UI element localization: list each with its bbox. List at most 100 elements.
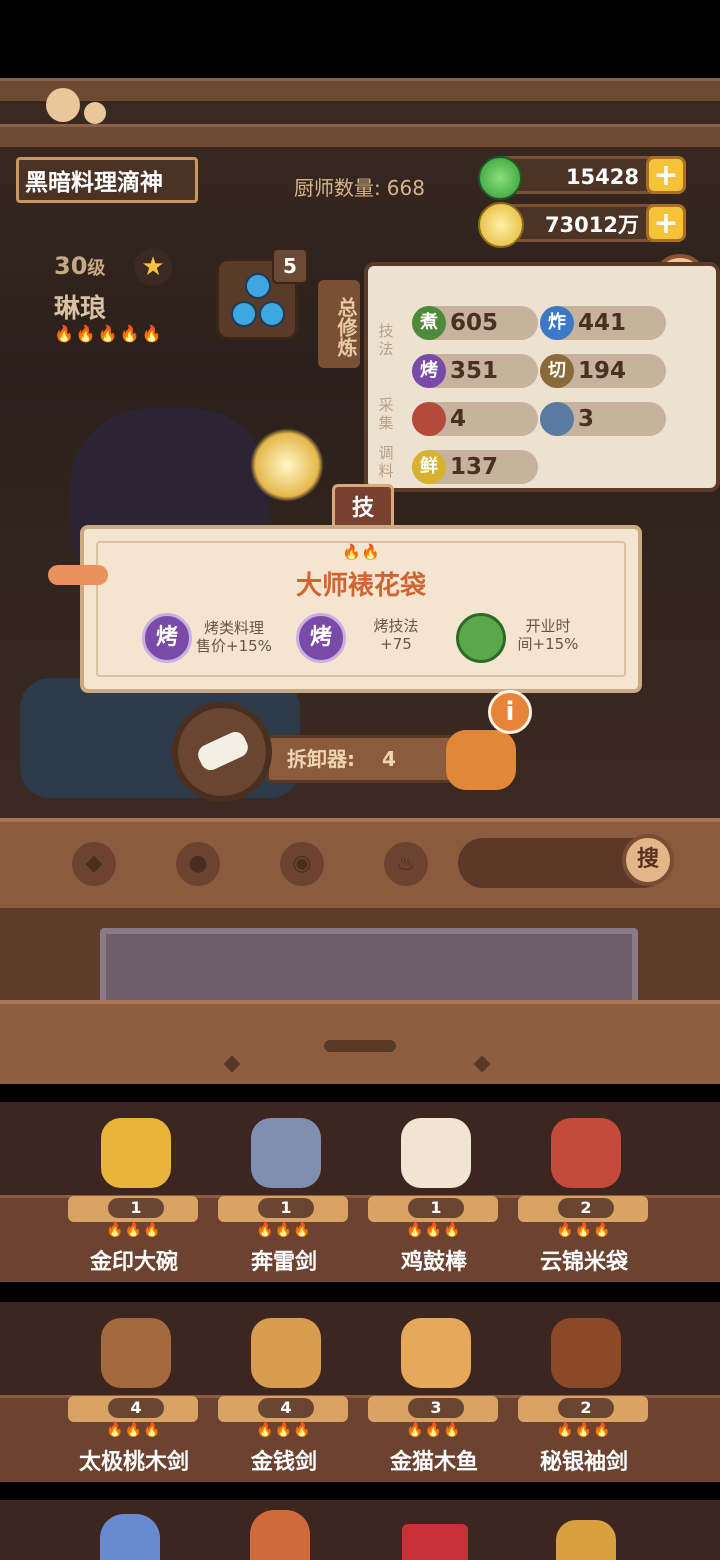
roast-technique-icon: 烤: [296, 613, 346, 663]
gem-icon: [245, 273, 271, 299]
item-count: 2: [558, 1398, 614, 1418]
fry-value: 441: [578, 310, 627, 336]
item-name: 秘银袖剑: [539, 1450, 628, 1475]
item-count: 1: [258, 1198, 314, 1218]
pliers-icon[interactable]: [446, 730, 516, 790]
chef-count: 厨师数量: 668: [288, 172, 425, 201]
add-jade-button[interactable]: +: [646, 156, 686, 194]
equipment-item-icon: [101, 1118, 171, 1188]
fresh-value: 137: [450, 454, 499, 480]
boil-value: 605: [450, 310, 499, 336]
search-button[interactable]: 搜: [622, 834, 674, 886]
dismantle-label: 拆卸器:: [287, 747, 355, 771]
chef-count-label: 厨师数量:: [294, 176, 381, 200]
equipment-item[interactable]: 4 🔥🔥🔥 太极桃木剑: [56, 1308, 206, 1478]
item-name: 太极桃木剑: [78, 1450, 189, 1475]
gather-category-label: 采集: [378, 396, 394, 432]
fresh-icon: 鲜: [412, 450, 446, 484]
equipment-item[interactable]: 4 🔥🔥🔥 金钱剑: [206, 1308, 356, 1478]
equipment-item-icon: [401, 1318, 471, 1388]
equipment-item[interactable]: 3 🔥🔥🔥 金猫木鱼: [356, 1308, 506, 1478]
roof-beam-lower: [0, 124, 720, 150]
item-flames: 🔥🔥🔥: [256, 1222, 312, 1238]
item-flames: 🔥🔥🔥: [256, 1422, 312, 1438]
equipment-item[interactable]: 1 🔥🔥🔥 鸡鼓棒: [356, 1108, 506, 1278]
equipment-item[interactable]: 2 🔥🔥🔥 云锦米袋: [506, 1108, 656, 1278]
stats-panel: 技法 采集 调料 605 煮 441 炸 351 烤 194 切 4 3 137…: [364, 262, 720, 492]
info-button[interactable]: i: [488, 690, 532, 734]
piping-bag-icon: [194, 728, 252, 774]
effect-2-line-1: 烤技法: [373, 617, 419, 635]
boil-icon: 煮: [412, 306, 446, 340]
equipment-item[interactable]: 2 🔥🔥🔥 秘银袖剑: [506, 1308, 656, 1478]
roast-effect-icon: 烤: [142, 613, 192, 663]
dismantle-counter: 拆卸器: 4: [266, 735, 476, 783]
item-partial-icon[interactable]: [100, 1514, 160, 1560]
effect-3-line-1: 开业时: [525, 617, 571, 635]
restaurant-name[interactable]: 黑暗料理滴神: [16, 157, 198, 203]
item-name: 云锦米袋: [539, 1250, 628, 1275]
roof-beam: [0, 78, 720, 104]
item-name: 鸡鼓棒: [400, 1250, 467, 1275]
seasoning-category-label: 调料: [378, 444, 394, 480]
item-flames: 🔥🔥🔥: [556, 1222, 612, 1238]
item-count: 3: [408, 1398, 464, 1418]
equipment-detail-card: 🔥🔥 大师裱花袋 烤 烤类料理 售价+15% 烤 烤技法 +75 开业时 间+15%: [80, 525, 642, 693]
equipment-item[interactable]: 1 🔥🔥🔥 金印大碗: [56, 1108, 206, 1278]
board-shelf: [0, 1000, 720, 1084]
effect-1: 烤类料理 售价+15%: [194, 619, 274, 655]
gem-count-badge: 5: [272, 248, 308, 284]
chef-count-value: 668: [386, 176, 425, 200]
total-cultivation-button[interactable]: 总修炼: [318, 280, 360, 368]
chef-rarity-flames: 🔥🔥🔥🔥🔥: [54, 324, 164, 343]
item-partial-icon[interactable]: [556, 1520, 616, 1560]
equipment-item-icon: [401, 1118, 471, 1188]
bag-filter-icon[interactable]: ●: [176, 842, 220, 886]
gem-icon: [231, 301, 257, 327]
equipment-item-icon: [551, 1318, 621, 1388]
small-chick-decoration-icon: [84, 102, 106, 124]
chef-level: 30级: [54, 252, 105, 280]
effect-3: 开业时 间+15%: [508, 617, 588, 653]
item-count: 4: [258, 1398, 314, 1418]
star-icon[interactable]: ★: [134, 248, 172, 286]
gem-icon: [259, 301, 285, 327]
roast-value: 351: [450, 358, 499, 384]
equipment-title: 大师裱花袋: [295, 571, 426, 601]
pointer-hand-icon: [48, 565, 108, 585]
item-name: 奔雷剑: [250, 1250, 317, 1275]
item-partial-icon[interactable]: [402, 1524, 468, 1560]
effect-2: 烤技法 +75: [356, 617, 436, 653]
clock-icon: [456, 613, 506, 663]
meat-value: 4: [450, 406, 467, 432]
status-bar: [0, 0, 720, 78]
item-flames: 🔥🔥🔥: [406, 1222, 462, 1238]
item-flames: 🔥🔥🔥: [556, 1422, 612, 1438]
chef-level-value: 30: [54, 252, 88, 280]
item-count: 1: [108, 1198, 164, 1218]
cut-icon: 切: [540, 354, 574, 388]
effect-1-line-1: 烤类料理: [203, 619, 264, 637]
flame-filter-icon[interactable]: ♨: [384, 842, 428, 886]
chef-hat-filter-icon[interactable]: ◆: [72, 842, 116, 886]
item-name: 金印大碗: [89, 1250, 178, 1275]
shelf-rivet: [223, 1055, 241, 1073]
equipment-item-icon: [251, 1118, 321, 1188]
item-flames: 🔥🔥🔥: [106, 1422, 162, 1438]
cut-value: 194: [578, 358, 627, 384]
item-flames: 🔥🔥🔥: [106, 1222, 162, 1238]
equipment-item-icon: [551, 1118, 621, 1188]
equipped-tool-slot[interactable]: [172, 702, 272, 802]
equipment-item[interactable]: 1 🔥🔥🔥 奔雷剑: [206, 1108, 356, 1278]
pan-filter-icon[interactable]: ◉: [280, 842, 324, 886]
item-name: 金钱剑: [250, 1450, 317, 1475]
item-name: 金猫木鱼: [389, 1450, 478, 1475]
item-count: 4: [108, 1398, 164, 1418]
equipment-item-icon: [101, 1318, 171, 1388]
fish-icon: [540, 402, 574, 436]
item-partial-icon[interactable]: [250, 1510, 310, 1560]
chef-name: 琳琅: [54, 294, 107, 324]
fish-value: 3: [578, 406, 595, 432]
add-gold-button[interactable]: +: [646, 204, 686, 242]
chef-level-unit: 级: [87, 258, 106, 279]
